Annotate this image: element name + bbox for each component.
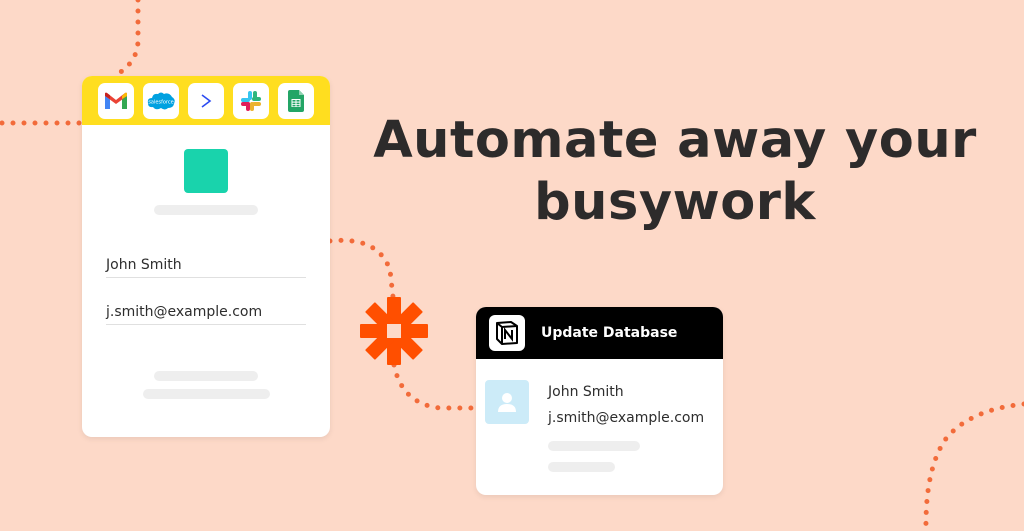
placeholder-bar — [548, 462, 615, 472]
app-logo-placeholder — [184, 149, 228, 193]
salesforce-icon[interactable]: salesforce — [143, 82, 179, 119]
salesforce-label: salesforce — [148, 99, 173, 105]
notion-icon — [489, 315, 525, 351]
db-record-name: John Smith — [548, 384, 624, 400]
update-database-card: Update Database John Smith j.smith@examp… — [476, 307, 723, 495]
forward-arrow-icon[interactable] — [188, 82, 224, 119]
headline: Automate away your busywork — [340, 110, 1010, 234]
app-icons-bar: salesforce — [82, 76, 330, 125]
placeholder-bar — [548, 441, 640, 451]
db-card-header: Update Database — [476, 307, 723, 359]
avatar — [485, 380, 529, 424]
headline-line-2: busywork — [534, 173, 816, 232]
db-record-email: j.smith@example.com — [548, 410, 705, 426]
form-card: salesforce John Smith j.smith@example.co… — [82, 76, 330, 437]
placeholder-bar — [143, 389, 270, 399]
google-sheets-icon[interactable] — [278, 82, 314, 119]
headline-line-1: Automate away your — [373, 111, 977, 170]
user-icon — [498, 393, 516, 412]
placeholder-bar — [154, 205, 258, 215]
email-field[interactable]: j.smith@example.com — [106, 304, 306, 325]
name-field[interactable]: John Smith — [106, 257, 306, 278]
gmail-icon[interactable] — [98, 82, 134, 119]
slack-icon[interactable] — [233, 82, 269, 119]
db-card-title: Update Database — [541, 325, 678, 341]
placeholder-bar — [154, 371, 258, 381]
zapier-asterisk-icon — [360, 297, 428, 365]
